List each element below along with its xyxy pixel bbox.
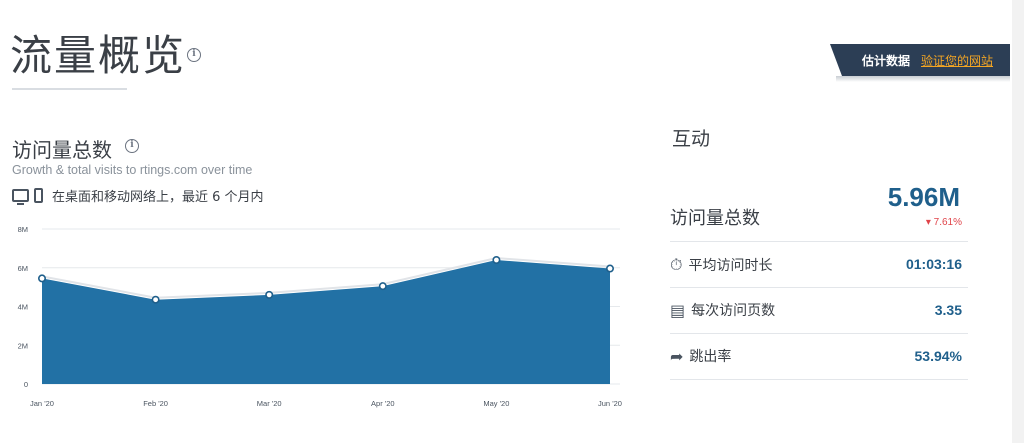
visits-section-title: 访问量总数	[12, 138, 112, 162]
pages-per-visit-value: 3.35	[934, 302, 962, 318]
bounce-rate-row: ➦ 跳出率 53.94%	[670, 334, 968, 380]
y-tick-label: 2M	[18, 341, 28, 350]
data-point	[492, 255, 501, 264]
series-area	[42, 260, 610, 384]
x-tick-label: Mar '20	[257, 399, 282, 408]
visits-area-chart: 0 2M 4M 6M 8M Jan '20 Feb '20 Mar '20 Apr '20 May…	[18, 225, 622, 408]
mobile-icon	[34, 188, 43, 203]
timer-icon: ⏱	[670, 255, 683, 274]
scrollbar-track[interactable]	[1012, 0, 1024, 443]
y-tick-label: 6M	[18, 264, 28, 273]
pages-icon: ▤	[670, 300, 686, 320]
x-tick-label: May '20	[483, 399, 509, 408]
total-visits-row: 访问量总数 5.96M ▾ 7.61%	[670, 182, 968, 242]
page-title: 流量概览	[10, 31, 187, 80]
y-tick-label: 4M	[18, 303, 28, 312]
data-point	[151, 295, 160, 304]
visits-subtitle: Growth & total visits to rtings.com over…	[12, 163, 253, 177]
avg-duration-value: 01:03:16	[905, 256, 962, 272]
estimated-data-label: 估计数据	[862, 54, 911, 68]
x-tick-label: Feb '20	[143, 399, 168, 408]
pages-per-visit-row: ▤ 每次访问页数 3.35	[670, 288, 968, 334]
info-icon[interactable]: i	[187, 48, 201, 62]
bounce-rate-value: 53.94%	[914, 348, 962, 364]
avg-duration-label: ⏱ 平均访问时长	[670, 255, 772, 275]
engagement-title: 互动	[672, 128, 711, 150]
bounce-rate-label: ➦ 跳出率	[670, 346, 731, 366]
y-tick-label: 0	[24, 380, 28, 389]
pages-per-visit-label: ▤ 每次访问页数	[670, 300, 775, 320]
data-point	[605, 264, 614, 273]
avg-duration-row: ⏱ 平均访问时长 01:03:16	[670, 242, 968, 288]
total-visits-label: 访问量总数	[670, 208, 760, 229]
y-tick-label: 8M	[18, 225, 28, 234]
visits-change: ▾ 7.61%	[926, 217, 962, 228]
data-point	[37, 274, 46, 283]
device-note-text: 在桌面和移动网络上，最近 6 个月内	[52, 190, 264, 205]
x-tick-label: Apr '20	[371, 399, 395, 408]
x-tick-label: Jan '20	[30, 399, 54, 408]
pages-per-visit-text: 每次访问页数	[691, 303, 776, 319]
banner-shadow	[836, 76, 1010, 82]
data-point	[265, 290, 274, 299]
down-arrow-icon: ▾	[925, 217, 931, 228]
device-note: 在桌面和移动网络上，最近 6 个月内	[12, 186, 264, 205]
bounce-icon: ➦	[670, 346, 684, 366]
desktop-icon	[12, 189, 29, 205]
bounce-rate-text: 跳出率	[689, 349, 732, 365]
visits-change-value: 7.61%	[933, 217, 962, 228]
verify-site-link[interactable]: 验证您的网站	[921, 52, 993, 69]
avg-duration-text: 平均访问时长	[688, 258, 773, 274]
info-icon[interactable]: i	[125, 139, 139, 153]
x-tick-label: Jun '20	[598, 399, 622, 408]
data-point	[378, 282, 387, 291]
title-underline	[12, 88, 127, 90]
total-visits-value: 5.96M	[887, 182, 960, 212]
